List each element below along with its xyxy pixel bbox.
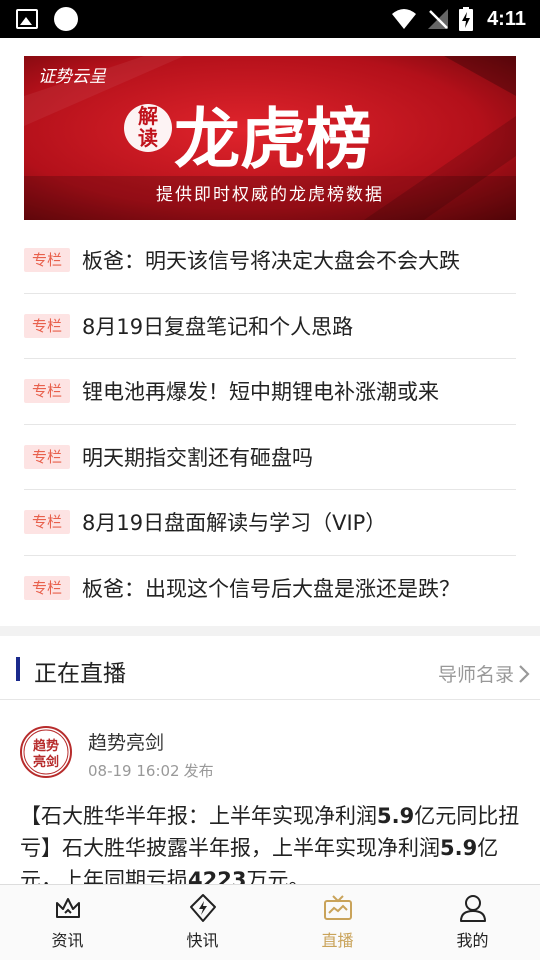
lightning-icon <box>189 894 216 922</box>
article-item[interactable]: 专栏 板爸：出现这个信号后大盘是涨还是跌？ <box>24 556 516 622</box>
circle-notification-icon <box>54 7 78 31</box>
nav-item-flash[interactable]: 快讯 <box>135 885 270 960</box>
banner-seal-char-1: 解 <box>138 104 158 128</box>
live-section-header: 正在直播 导师名录 <box>0 636 540 700</box>
post-body-highlight: 5.9 <box>377 804 415 828</box>
article-item[interactable]: 专栏 锂电池再爆发！短中期锂电补涨潮或来 <box>24 359 516 425</box>
mentor-list-label: 导师名录 <box>437 664 514 686</box>
nav-item-profile[interactable]: 我的 <box>405 885 540 960</box>
battery-charging-icon <box>459 7 474 31</box>
column-tag: 专栏 <box>24 444 70 469</box>
crown-icon <box>55 898 80 918</box>
column-tag: 专栏 <box>24 313 70 338</box>
bottom-nav: 资讯 快讯 直播 我的 <box>0 884 540 960</box>
banner-seal-char-2: 读 <box>138 126 158 150</box>
article-list: 专栏 板爸：明天该信号将决定大盘会不会大跌 专栏 8月19日复盘笔记和个人思路 … <box>24 228 516 621</box>
article-item[interactable]: 专栏 板爸：明天该信号将决定大盘会不会大跌 <box>24 228 516 294</box>
tv-icon <box>323 895 352 920</box>
article-item[interactable]: 专栏 8月19日复盘笔记和个人思路 <box>24 294 516 359</box>
wifi-icon <box>392 9 417 29</box>
column-tag: 专栏 <box>24 379 70 404</box>
nav-label: 我的 <box>456 931 489 950</box>
post-timestamp: 08-19 16:02 发布 <box>88 760 214 781</box>
avatar-text-line-2: 亮剑 <box>33 754 59 770</box>
post-datetime: 08-19 16:02 <box>88 762 180 780</box>
user-icon <box>459 895 486 922</box>
avatar-graphic: 趋势 亮剑 <box>23 729 69 775</box>
status-time: 4:11 <box>487 7 526 30</box>
post-author[interactable]: 趋势亮剑 <box>88 728 164 755</box>
live-section-title: 正在直播 <box>34 661 126 687</box>
section-divider <box>0 626 540 636</box>
section-accent-bar <box>16 657 20 681</box>
post-body: 【石大胜华半年报：上半年实现净利润5.9亿元同比扭亏】石大胜华披露半年报，上半年… <box>20 800 520 896</box>
column-tag: 专栏 <box>24 248 70 273</box>
nav-label: 直播 <box>321 931 354 950</box>
post-publish-label: 发布 <box>183 762 214 780</box>
article-title: 锂电池再爆发！短中期锂电补涨潮或来 <box>82 380 439 405</box>
no-signal-icon <box>428 9 449 29</box>
article-title: 明天期指交割还有砸盘吗 <box>82 445 313 470</box>
nav-item-news[interactable]: 资讯 <box>0 885 135 960</box>
avatar[interactable]: 趋势 亮剑 <box>20 726 72 778</box>
status-bar: 4:11 <box>0 0 540 38</box>
article-title: 8月19日复盘笔记和个人思路 <box>82 314 354 339</box>
banner[interactable]: 证势云呈 解 读 龙虎榜 提供即时权威的龙虎榜数据 <box>24 56 516 220</box>
column-tag: 专栏 <box>24 510 70 535</box>
avatar-text-line-1: 趋势 <box>33 738 59 754</box>
status-right: 4:11 <box>381 6 526 32</box>
nav-label: 快讯 <box>186 931 219 950</box>
image-notification-icon <box>16 9 38 29</box>
mentor-list-link[interactable]: 导师名录 <box>438 660 530 687</box>
banner-brand: 证势云呈 <box>38 67 107 87</box>
banner-headline: 龙虎榜 <box>174 101 372 178</box>
article-item[interactable]: 专栏 8月19日盘面解读与学习（VIP） <box>24 490 516 556</box>
post-body-text: 【石大胜华半年报：上半年实现净利润 <box>20 804 377 828</box>
banner-graphic: 证势云呈 解 读 龙虎榜 提供即时权威的龙虎榜数据 <box>24 56 516 220</box>
status-left <box>16 7 78 31</box>
article-title: 8月19日盘面解读与学习（VIP） <box>82 511 387 536</box>
nav-label: 资讯 <box>51 931 84 950</box>
article-item[interactable]: 专栏 明天期指交割还有砸盘吗 <box>24 425 516 490</box>
post-body-highlight: 5.9 <box>440 836 478 860</box>
article-title: 板爸：明天该信号将决定大盘会不会大跌 <box>82 249 460 274</box>
article-title: 板爸：出现这个信号后大盘是涨还是跌？ <box>82 577 460 602</box>
nav-item-live[interactable]: 直播 <box>270 885 405 960</box>
column-tag: 专栏 <box>24 576 70 601</box>
chevron-right-icon <box>519 664 530 683</box>
banner-subtitle: 提供即时权威的龙虎榜数据 <box>156 185 384 205</box>
